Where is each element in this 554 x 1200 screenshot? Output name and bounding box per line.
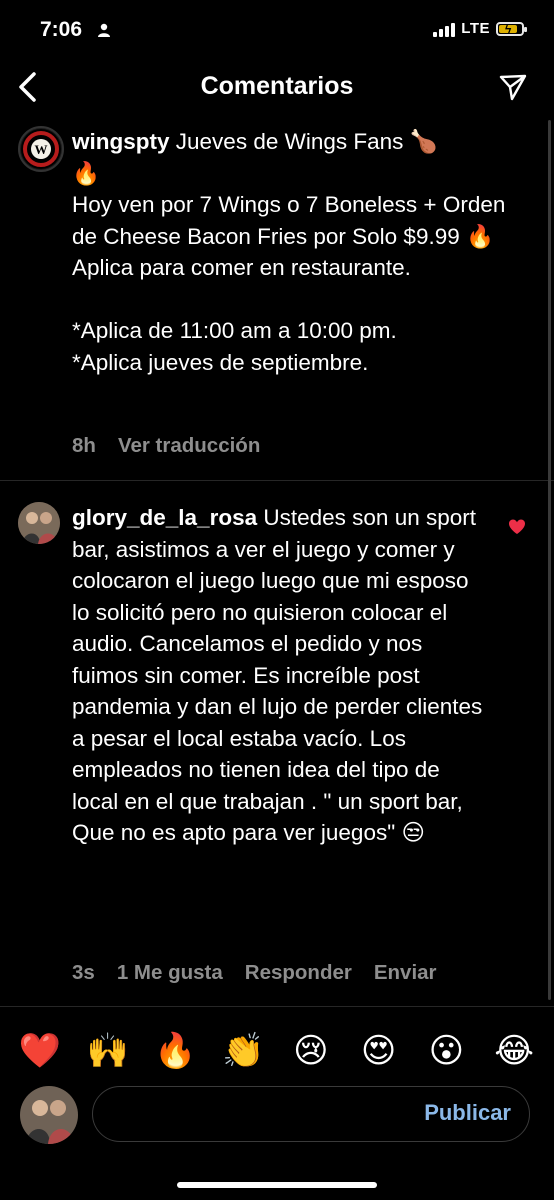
caption-line1: Jueves de Wings Fans 🍗: [175, 129, 438, 154]
comment-input[interactable]: [111, 1097, 395, 1133]
caption-note: *Aplica jueves de septiembre.: [72, 349, 369, 375]
avatar[interactable]: W: [18, 126, 64, 172]
publish-button[interactable]: Publicar: [424, 1100, 511, 1126]
likes-link[interactable]: 1 Me gusta: [117, 961, 223, 985]
comment-input-box: Publicar: [92, 1086, 530, 1142]
comment-body: Ustedes son un sport bar, asistimos a ve…: [72, 505, 483, 845]
emoji-crying[interactable]: 😢: [287, 1031, 335, 1071]
avatar-photo: [20, 1086, 78, 1144]
emoji-raised-hands[interactable]: 🙌: [84, 1031, 132, 1071]
emoji-surprised[interactable]: 😮: [422, 1031, 470, 1071]
page-title: Comentarios: [200, 72, 354, 100]
comments-screen: 7:06 LTE ϟ Comentarios W wingspty Jueves…: [0, 0, 554, 1200]
battery-icon: ϟ: [496, 21, 527, 36]
caption-note: *Aplica de 11:00 am a 10:00 pm.: [72, 318, 397, 343]
person-icon: [98, 23, 110, 37]
emoji-heart-eyes[interactable]: 😍: [355, 1031, 403, 1071]
header: Comentarios: [0, 62, 554, 112]
time-ago: 8h: [72, 434, 96, 457]
avatar: [20, 1086, 78, 1144]
emoji-clap[interactable]: 👏: [219, 1031, 267, 1071]
divider: [0, 480, 554, 481]
heart-icon[interactable]: [508, 518, 526, 536]
status-indicators: LTE ϟ: [433, 20, 527, 37]
status-time: 7:06: [40, 18, 83, 41]
signal-icon: [433, 21, 456, 37]
avatar[interactable]: [18, 502, 60, 544]
divider: [0, 1006, 554, 1007]
emoji-fire[interactable]: 🔥: [151, 1031, 199, 1071]
post-meta: 8h Ver traducción: [72, 434, 260, 458]
caption-line2: 🔥: [72, 160, 101, 186]
emoji-heart[interactable]: ❤️: [16, 1031, 64, 1071]
send-icon[interactable]: [498, 72, 528, 102]
comment-composer: Publicar: [0, 1085, 554, 1145]
caption-body: Hoy ven por 7 Wings o 7 Boneless + Orden…: [72, 192, 506, 280]
avatar-photo: [18, 502, 60, 544]
home-indicator[interactable]: [177, 1182, 377, 1188]
username[interactable]: wingspty: [72, 129, 170, 154]
time-ago: 3s: [72, 961, 95, 984]
emoji-laughing[interactable]: 😂: [490, 1031, 538, 1071]
reply-link[interactable]: Responder: [245, 961, 352, 985]
network-label: LTE: [461, 20, 490, 37]
username[interactable]: glory_de_la_rosa: [72, 505, 257, 530]
scrollbar[interactable]: [548, 120, 551, 1000]
wings-logo: W: [21, 129, 61, 169]
post-caption-text: wingspty Jueves de Wings Fans 🍗 🔥 Hoy ve…: [72, 126, 512, 378]
status-bar: 7:06 LTE ϟ: [0, 0, 554, 62]
translate-link[interactable]: Ver traducción: [118, 434, 260, 458]
send-link[interactable]: Enviar: [374, 961, 437, 985]
comment-meta: 3s 1 Me gusta Responder Enviar: [72, 961, 437, 985]
comment-text: glory_de_la_rosa Ustedes son un sport ba…: [72, 502, 484, 849]
emoji-bar: ❤️ 🙌 🔥 👏 😢 😍 😮 😂: [0, 1026, 554, 1076]
svg-text:W: W: [35, 142, 48, 157]
